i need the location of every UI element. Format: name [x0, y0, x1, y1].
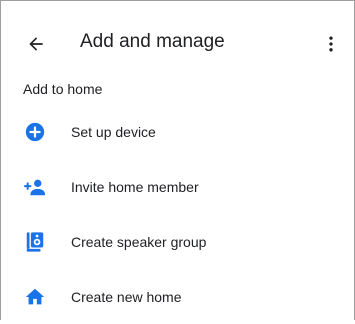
create-new-home-item[interactable]: Create new home [1, 270, 354, 324]
section-header-add-to-home: Add to home [23, 81, 103, 97]
set-up-device-label: Set up device [71, 124, 156, 140]
create-new-home-label: Create new home [71, 289, 182, 305]
invite-home-member-item[interactable]: Invite home member [1, 160, 354, 214]
create-speaker-group-item[interactable]: Create speaker group [1, 215, 354, 269]
more-vert-icon [329, 36, 333, 52]
set-up-device-item[interactable]: Set up device [1, 105, 354, 159]
person-add-icon [23, 175, 47, 199]
speaker-group-icon [23, 230, 47, 254]
invite-home-member-label: Invite home member [71, 179, 199, 195]
page-title: Add and manage [80, 31, 225, 52]
back-button[interactable] [23, 31, 49, 57]
home-icon [23, 285, 47, 309]
create-speaker-group-label: Create speaker group [71, 234, 207, 250]
arrow-back-icon [29, 37, 43, 51]
add-and-manage-screen: Add and manage Add to home Set up device [0, 0, 355, 320]
app-bar: Add and manage [1, 1, 354, 83]
add-circle-icon [23, 120, 47, 144]
more-options-button[interactable] [321, 31, 341, 57]
